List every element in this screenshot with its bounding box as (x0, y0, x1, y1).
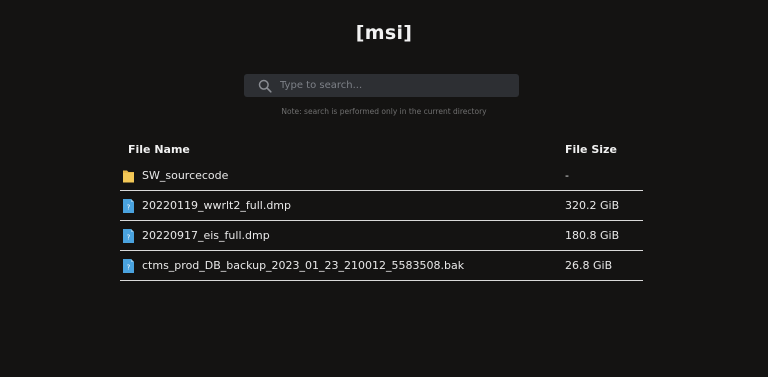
page: [msi] Note: search is performed only in … (0, 0, 768, 377)
svg-text:?: ? (127, 233, 131, 241)
svg-text:?: ? (127, 263, 131, 271)
file-name-link[interactable]: SW_sourcecode (142, 169, 228, 182)
file-name-link[interactable]: 20220119_wwrlt2_full.dmp (142, 199, 291, 212)
file-size: 26.8 GiB (565, 259, 613, 272)
search-bar[interactable] (244, 74, 519, 97)
table-header: File Name File Size (120, 137, 643, 161)
search-icon (258, 79, 272, 93)
table-row[interactable]: ? ctms_prod_DB_backup_2023_01_23_210012_… (120, 251, 643, 281)
file-size: - (565, 169, 569, 182)
table-row[interactable]: SW_sourcecode - (120, 161, 643, 191)
table-row[interactable]: ? 20220917_eis_full.dmp 180.8 GiB (120, 221, 643, 251)
folder-icon (123, 170, 134, 182)
file-name-link[interactable]: ctms_prod_DB_backup_2023_01_23_210012_55… (142, 259, 464, 272)
file-name-link[interactable]: 20220917_eis_full.dmp (142, 229, 270, 242)
file-icon: ? (123, 228, 134, 243)
file-size: 180.8 GiB (565, 229, 620, 242)
svg-text:?: ? (127, 203, 131, 211)
file-table: File Name File Size SW_sourcecode - ? 20… (120, 137, 643, 281)
header-file-name[interactable]: File Name (120, 143, 565, 156)
file-icon: ? (123, 258, 134, 273)
search-input[interactable] (280, 80, 500, 91)
file-icon: ? (123, 198, 134, 213)
search-note: Note: search is performed only in the cu… (281, 107, 487, 116)
file-size: 320.2 GiB (565, 199, 620, 212)
header-file-size[interactable]: File Size (565, 143, 643, 156)
table-row[interactable]: ? 20220119_wwrlt2_full.dmp 320.2 GiB (120, 191, 643, 221)
page-title: [msi] (355, 22, 413, 44)
